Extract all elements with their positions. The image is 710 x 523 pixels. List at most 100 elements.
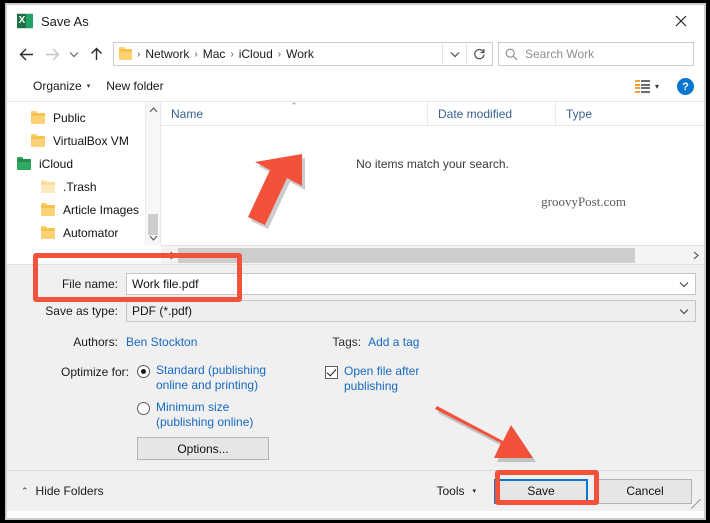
- radio-standard-label[interactable]: Standard (publishing online and printing…: [156, 363, 288, 393]
- authors-label: Authors:: [73, 335, 118, 349]
- address-bar: › Network › Mac › iCloud › Work Search W…: [7, 37, 704, 71]
- sidebar-item-label: iCloud: [39, 156, 74, 171]
- empty-list-message: No items match your search.: [356, 157, 509, 171]
- publish-options: Open file after publishing: [319, 363, 704, 460]
- chevron-down-icon: ▾: [86, 83, 91, 90]
- save-button[interactable]: Save: [494, 478, 588, 504]
- folder-icon: [31, 111, 46, 124]
- scroll-up-icon[interactable]: [146, 102, 160, 117]
- resize-grip[interactable]: [691, 499, 701, 509]
- organize-button[interactable]: Organize ▾: [25, 76, 98, 96]
- radio-standard-row[interactable]: Standard (publishing online and printing…: [137, 363, 319, 393]
- radio-minimum-row[interactable]: Minimum size (publishing online): [137, 400, 319, 430]
- sidebar-item-trash[interactable]: .Trash: [7, 175, 160, 198]
- new-folder-label: New folder: [106, 79, 164, 93]
- breadcrumb-item-mac[interactable]: Mac: [199, 46, 230, 62]
- search-input[interactable]: Search Work: [498, 42, 694, 66]
- metadata-row: Authors: Ben Stockton Tags: Add a tag: [7, 331, 704, 353]
- sidebar-item-label: VirtualBox VM: [53, 133, 129, 148]
- search-placeholder: Search Work: [525, 47, 595, 61]
- address-path-box[interactable]: › Network › Mac › iCloud › Work: [113, 42, 493, 66]
- column-header-date-modified[interactable]: Date modified: [428, 102, 556, 126]
- breadcrumb-item-icloud[interactable]: iCloud: [235, 46, 277, 62]
- scroll-right-icon[interactable]: [687, 246, 704, 264]
- file-name-row: File name: Work file.pdf: [7, 272, 704, 296]
- open-file-after-publishing-label[interactable]: Open file after publishing: [344, 364, 448, 394]
- command-bar: Organize ▾ New folder ▾ ?: [7, 71, 704, 102]
- folder-icon: [31, 134, 46, 147]
- view-options-icon[interactable]: [634, 80, 651, 93]
- title-bar: X Save As: [7, 5, 704, 37]
- breadcrumb: › Network › Mac › iCloud › Work: [136, 46, 442, 62]
- add-tag-link[interactable]: Add a tag: [368, 335, 419, 349]
- scroll-left-icon[interactable]: [161, 246, 178, 264]
- chevron-up-icon: ⌃: [21, 485, 29, 496]
- scroll-down-icon[interactable]: [146, 230, 160, 245]
- save-as-type-row: Save as type: PDF (*.pdf): [7, 299, 704, 323]
- breadcrumb-item-work[interactable]: Work: [282, 46, 318, 62]
- help-button[interactable]: ?: [677, 78, 694, 95]
- address-chevron-down-icon[interactable]: [442, 43, 466, 65]
- breadcrumb-item-network[interactable]: Network: [141, 46, 193, 62]
- sidebar-scrollbar[interactable]: [145, 102, 160, 245]
- sidebar-item-icloud[interactable]: iCloud: [7, 152, 160, 175]
- sort-ascending-icon: ⌃: [290, 102, 298, 111]
- sidebar-item-article-images[interactable]: Article Images: [7, 198, 160, 221]
- column-header-name[interactable]: ⌃ Name: [161, 102, 428, 126]
- back-icon[interactable]: [13, 41, 39, 67]
- window-title: Save As: [41, 13, 89, 29]
- radio-minimum-size-label[interactable]: Minimum size (publishing online): [156, 400, 288, 430]
- column-label: Type: [566, 106, 593, 121]
- optimize-section: Optimize for: Standard (publishing onlin…: [7, 363, 704, 460]
- tools-button[interactable]: Tools ▾: [432, 481, 480, 501]
- watermark: groovyPost.com: [541, 194, 626, 209]
- hscrollbar-thumb[interactable]: [178, 247, 635, 263]
- sidebar-item-virtualbox-vm[interactable]: VirtualBox VM: [7, 129, 160, 152]
- save-as-type-select[interactable]: PDF (*.pdf): [126, 300, 696, 322]
- sidebar-item-label: Article Images: [63, 202, 140, 217]
- open-file-after-publishing-checkbox[interactable]: [325, 366, 338, 379]
- radio-minimum-size[interactable]: [137, 402, 150, 415]
- organize-label: Organize: [33, 79, 82, 93]
- sidebar-item-automator[interactable]: Automator: [7, 221, 160, 244]
- excel-icon: X: [17, 13, 33, 29]
- authors-value[interactable]: Ben Stockton: [126, 335, 197, 349]
- radio-standard[interactable]: [137, 365, 150, 378]
- open-after-publishing-row[interactable]: Open file after publishing: [325, 364, 704, 394]
- sidebar-item-label: .Trash: [63, 179, 97, 194]
- column-label: Date modified: [438, 106, 513, 121]
- close-icon[interactable]: [658, 5, 704, 37]
- search-icon: [505, 48, 518, 61]
- refresh-icon[interactable]: [466, 43, 492, 65]
- folder-icon: [41, 203, 56, 216]
- file-list-hscrollbar[interactable]: [161, 245, 704, 264]
- view-chevron-down-icon[interactable]: ▾: [655, 82, 659, 91]
- folder-tree-sidebar: Public VirtualBox VM iCloud .Trash Artic…: [7, 102, 161, 245]
- hscrollbar-track[interactable]: [635, 246, 687, 264]
- recent-locations-chevron-down-icon[interactable]: [65, 41, 83, 67]
- column-header-type[interactable]: Type: [556, 102, 666, 126]
- file-name-input[interactable]: Work file.pdf: [126, 273, 696, 295]
- options-button[interactable]: Options...: [137, 437, 269, 460]
- hide-folders-button[interactable]: ⌃ Hide Folders: [21, 484, 104, 498]
- new-folder-button[interactable]: New folder: [98, 76, 171, 96]
- file-name-value: Work file.pdf: [132, 277, 199, 291]
- folder-dim-icon: [41, 180, 56, 193]
- up-icon[interactable]: [83, 41, 109, 67]
- sidebar-item-label: Automator: [63, 225, 119, 240]
- file-list-pane: ⌃ Name Date modified Type No items match…: [161, 102, 704, 245]
- chevron-down-icon[interactable]: [673, 301, 695, 321]
- tags-label: Tags:: [332, 335, 362, 349]
- cancel-button[interactable]: Cancel: [598, 478, 692, 504]
- save-options-pane: File name: Work file.pdf Save as type: P…: [7, 264, 704, 511]
- footer-actions: Tools ▾ Save Cancel: [432, 478, 692, 504]
- column-label: Name: [171, 106, 204, 121]
- folder-tree: Public VirtualBox VM iCloud .Trash Artic…: [7, 102, 160, 244]
- save-as-type-label: Save as type:: [45, 304, 118, 318]
- command-bar-right: ▾ ?: [634, 71, 694, 102]
- chevron-down-icon[interactable]: [673, 274, 695, 294]
- optimize-for-label: Optimize for:: [60, 365, 129, 379]
- sidebar-item-public[interactable]: Public: [7, 106, 160, 129]
- file-list-header: ⌃ Name Date modified Type: [161, 102, 704, 126]
- browser-body: Public VirtualBox VM iCloud .Trash Artic…: [7, 102, 704, 245]
